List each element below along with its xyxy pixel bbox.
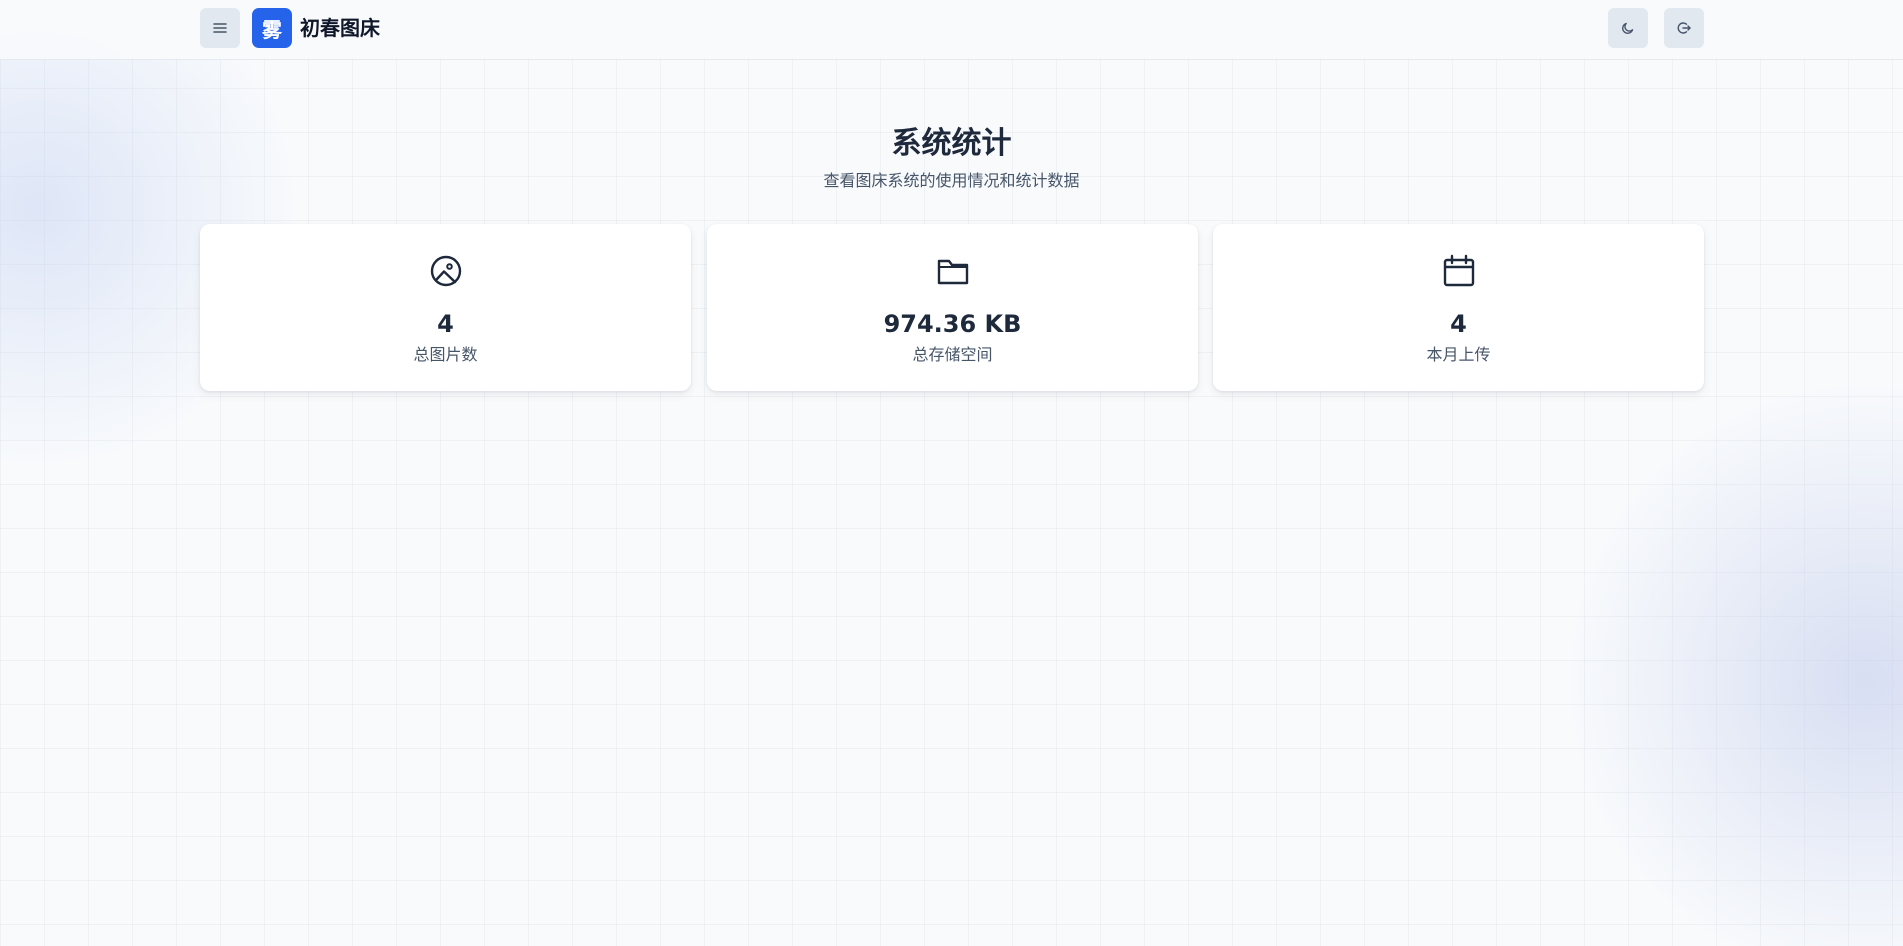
top-bar: 雾 初春图床 <box>0 0 1903 60</box>
menu-button[interactable] <box>200 8 240 48</box>
folder-icon <box>937 259 968 285</box>
stat-card-total-storage: 974.36 KB 总存储空间 <box>707 224 1198 391</box>
theme-toggle-button[interactable] <box>1608 8 1648 48</box>
stat-card-monthly-uploads: 4 本月上传 <box>1213 224 1704 391</box>
menu-icon <box>213 23 227 33</box>
page-subtitle: 查看图床系统的使用情况和统计数据 <box>823 171 1080 190</box>
stat-label: 总图片数 <box>413 345 478 364</box>
logout-button[interactable] <box>1664 8 1704 48</box>
stat-label: 本月上传 <box>1426 345 1491 364</box>
stat-value: 4 <box>1450 310 1467 338</box>
logo[interactable]: 雾 <box>252 8 292 48</box>
image-icon <box>430 255 461 287</box>
calendar-icon <box>1443 254 1474 287</box>
page-title: 系统统计 <box>891 126 1012 161</box>
stat-value: 974.36 KB <box>883 310 1022 338</box>
stat-label: 总存储空间 <box>912 345 993 364</box>
moon-icon <box>1622 22 1634 34</box>
logout-icon <box>1677 22 1691 34</box>
brand-title[interactable]: 初春图床 <box>300 14 380 42</box>
stat-card-total-images: 4 总图片数 <box>200 224 691 391</box>
stat-value: 4 <box>437 310 454 338</box>
